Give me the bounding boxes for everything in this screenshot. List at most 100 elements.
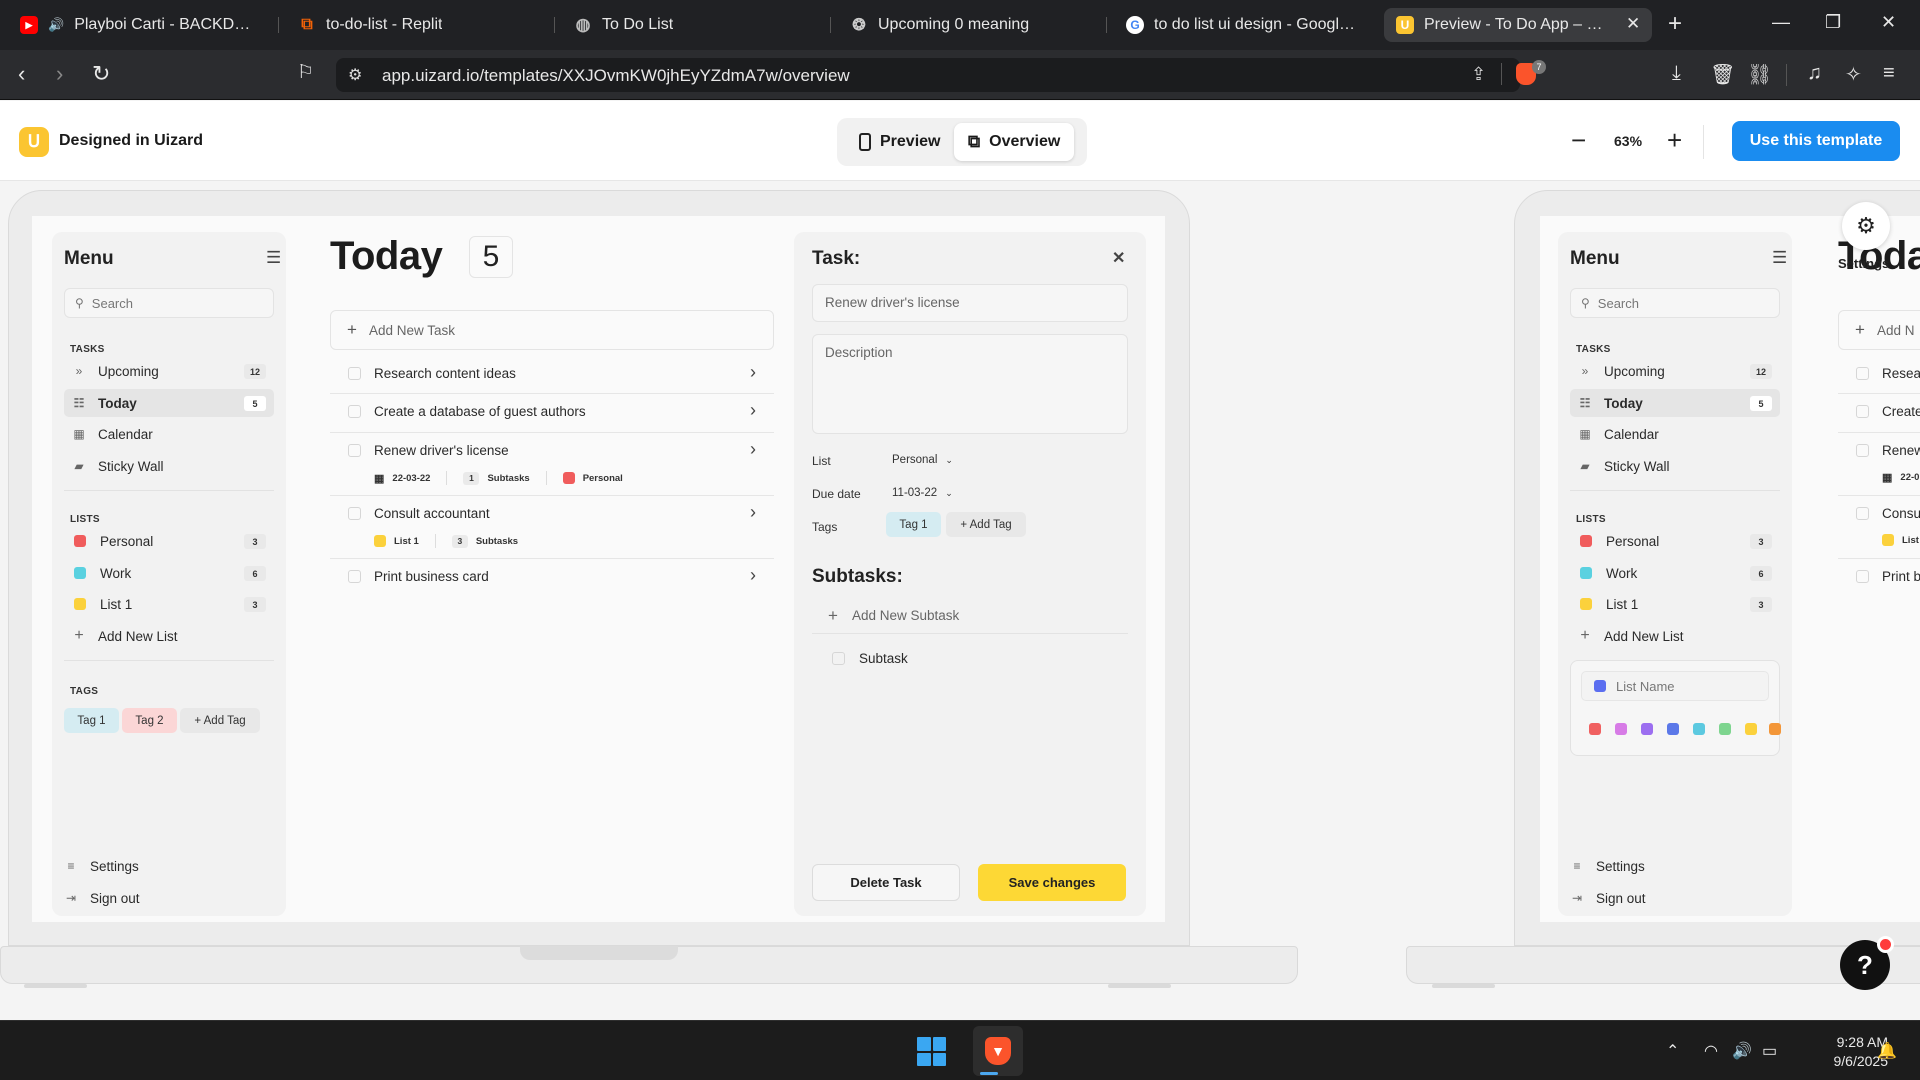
color-option[interactable] (1693, 723, 1705, 735)
close-tab-icon[interactable]: ✕ (1626, 14, 1640, 34)
leo-ai-icon[interactable]: ✧ (1845, 62, 1862, 87)
task-row[interactable]: Renew driver's license › ▦ 22-03-22 1 Su… (330, 433, 774, 496)
add-tag-button[interactable]: + Add Tag (180, 708, 260, 733)
tag-chip-2[interactable]: Tag 2 (122, 708, 177, 733)
brave-taskbar-icon[interactable]: ▼ (973, 1026, 1023, 1076)
browser-tab-google[interactable]: G to do list ui design - Google Sea (1114, 8, 1374, 42)
sidebar-item-calendar[interactable]: ▦ Calendar (1570, 420, 1780, 448)
back-icon[interactable]: ‹ (18, 61, 25, 87)
sidebar-item-list-1[interactable]: List 1 3 (1570, 590, 1780, 618)
browser-tab-uizard-active[interactable]: U Preview - To Do App – Uizar ✕ (1384, 8, 1652, 42)
chevron-right-icon[interactable]: › (750, 439, 756, 460)
sidebar-item-upcoming[interactable]: » Upcoming 12 (1570, 357, 1780, 385)
task-row[interactable]: Create (1838, 394, 1920, 433)
chevron-right-icon[interactable]: › (750, 565, 756, 586)
color-option[interactable] (1589, 723, 1601, 735)
task-row[interactable]: Research content ideas › (330, 356, 774, 394)
bookmark-icon[interactable]: ⚐ (297, 61, 314, 84)
wifi-icon[interactable]: ◠ (1704, 1041, 1718, 1061)
sidebar-item-work[interactable]: Work 6 (64, 559, 274, 587)
sidebar-item-today[interactable]: ☷ Today 5 (1570, 389, 1780, 417)
reload-icon[interactable]: ↻ (92, 61, 110, 87)
hamburger-icon[interactable]: ☰ (1772, 248, 1787, 268)
task-row[interactable]: Resea (1838, 356, 1920, 394)
color-option[interactable] (1615, 723, 1627, 735)
battery-icon[interactable]: ▭ (1762, 1041, 1777, 1061)
windows-start-icon[interactable] (917, 1037, 946, 1066)
chevron-right-icon[interactable]: › (750, 362, 756, 383)
browser-tab-chatgpt[interactable]: ❂ Upcoming 0 meaning (838, 8, 1100, 42)
add-new-list-button[interactable]: + Add New List (64, 622, 274, 650)
sidebar-item-sticky-wall[interactable]: ▰ Sticky Wall (1570, 452, 1780, 480)
add-new-task-button[interactable]: + Add New Task (330, 310, 774, 350)
color-option[interactable] (1667, 723, 1679, 735)
description-input[interactable]: Description (812, 334, 1128, 434)
due-date-dropdown[interactable]: 11-03-22 ⌄ (892, 487, 953, 499)
browser-tab-replit[interactable]: ⧉ to-do-list - Replit (286, 8, 546, 42)
color-option[interactable] (1641, 723, 1653, 735)
delete-task-button[interactable]: Delete Task (812, 864, 960, 901)
search-input[interactable]: ⚲ Search (1570, 288, 1780, 318)
search-input[interactable]: ⚲ Search (64, 288, 274, 318)
task-checkbox[interactable] (1856, 444, 1869, 457)
list-dropdown[interactable]: Personal ⌄ (892, 454, 953, 466)
menu-icon[interactable]: ≡ (1883, 62, 1895, 85)
task-row[interactable]: Consult accountant › List 1 3 Subtasks (330, 496, 774, 559)
url-text[interactable]: app.uizard.io/templates/XXJOvmKW0jhEyYZd… (382, 66, 850, 86)
browser-tab-todolist[interactable]: ◍ To Do List (562, 8, 824, 42)
task-row[interactable]: Print b (1838, 559, 1920, 599)
task-name-input[interactable]: Renew driver's license (812, 284, 1128, 322)
close-icon[interactable]: ✕ (1112, 248, 1125, 268)
sidebar-item-personal[interactable]: Personal 3 (64, 527, 274, 555)
overview-button[interactable]: ⧉ Overview (954, 123, 1075, 161)
tag-chip[interactable]: Tag 1 (886, 512, 941, 537)
sidebar-item-personal[interactable]: Personal 3 (1570, 527, 1780, 555)
settings-fab[interactable]: ⚙ (1842, 202, 1890, 250)
sign-out-button[interactable]: ⇥ Sign out (56, 884, 266, 912)
new-tab-button[interactable]: + (1668, 11, 1682, 37)
address-bar[interactable]: ⚙ app.uizard.io/templates/XXJOvmKW0jhEyY… (336, 58, 1546, 92)
task-checkbox[interactable] (1856, 570, 1869, 583)
notification-bell-icon[interactable]: 🔔 (1877, 1041, 1897, 1061)
sidebar-item-sticky-wall[interactable]: ▰ Sticky Wall (64, 452, 274, 480)
task-checkbox[interactable] (1856, 367, 1869, 380)
maximize-icon[interactable]: ❐ (1825, 12, 1841, 33)
settings-button[interactable]: ≡ Settings (56, 852, 266, 880)
volume-icon[interactable]: 🔊 (1732, 1041, 1752, 1061)
task-row[interactable]: Consu List (1838, 496, 1920, 559)
color-option[interactable] (1769, 723, 1781, 735)
download-icon[interactable]: ⤓ (1672, 62, 1681, 85)
task-checkbox[interactable] (1856, 507, 1869, 520)
task-checkbox[interactable] (348, 405, 361, 418)
list-name-input[interactable]: List Name (1581, 671, 1769, 701)
add-new-subtask-button[interactable]: + Add New Subtask (812, 598, 1128, 634)
save-changes-button[interactable]: Save changes (978, 864, 1126, 901)
subtask-checkbox[interactable] (832, 651, 845, 665)
add-tag-button[interactable]: + Add Tag (946, 512, 1026, 537)
system-clock[interactable]: 9:28 AM 9/6/2025 (1798, 1033, 1889, 1071)
sidebar-item-today[interactable]: ☷ Today 5 (64, 389, 274, 417)
zoom-out-button[interactable]: − (1571, 125, 1586, 156)
task-checkbox[interactable] (348, 507, 361, 520)
sidebar-item-upcoming[interactable]: » Upcoming 12 (64, 357, 274, 385)
browser-tab-youtube[interactable]: ▶ 🔊 Playboi Carti - BACKD00R [fe (8, 8, 270, 42)
tag-chip-1[interactable]: Tag 1 (64, 708, 119, 733)
share-icon[interactable]: ⇪ (1471, 64, 1486, 85)
task-row[interactable]: Renew ▦ 22-0 (1838, 433, 1920, 496)
subtask-row[interactable]: Subtask (812, 640, 1128, 676)
site-settings-icon[interactable]: ⚙ (348, 65, 362, 85)
use-template-button[interactable]: Use this template (1732, 121, 1900, 161)
task-checkbox[interactable] (1856, 405, 1869, 418)
sidebar-item-list-1[interactable]: List 1 3 (64, 590, 274, 618)
sidebar-item-calendar[interactable]: ▦ Calendar (64, 420, 274, 448)
add-new-list-button[interactable]: + Add New List (1570, 622, 1780, 650)
chevron-right-icon[interactable]: › (750, 400, 756, 421)
preview-button[interactable]: Preview (845, 123, 954, 161)
task-row[interactable]: Print business card › (330, 559, 774, 599)
task-checkbox[interactable] (348, 444, 361, 457)
task-row[interactable]: Create a database of guest authors › (330, 394, 774, 433)
chevron-up-icon[interactable]: ⌃ (1666, 1041, 1679, 1061)
task-checkbox[interactable] (348, 570, 361, 583)
add-new-task-button[interactable]: + Add N (1838, 310, 1920, 350)
color-option[interactable] (1745, 723, 1757, 735)
